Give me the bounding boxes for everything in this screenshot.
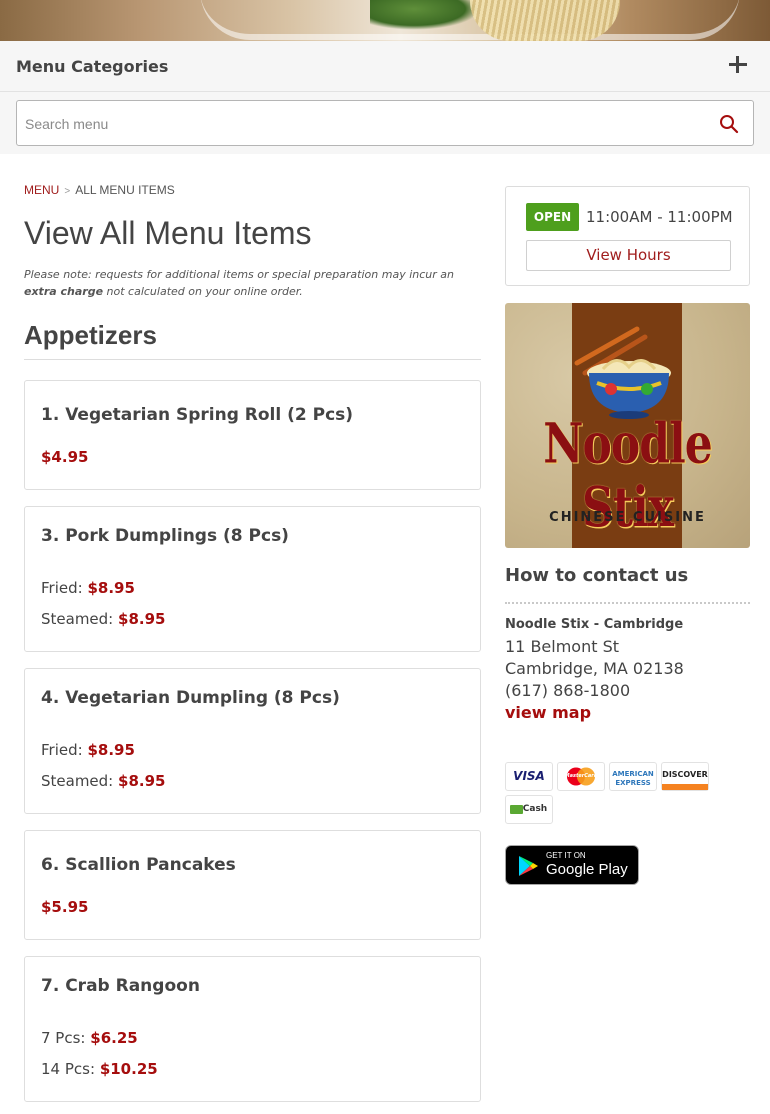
note-text: Please note: requests for additional ite… xyxy=(24,268,454,281)
menu-item-card[interactable]: 7. Crab Rangoon 7 Pcs: $6.25 14 Pcs: $10… xyxy=(24,956,481,1102)
google-play-badge[interactable]: GET IT ON Google Play xyxy=(505,845,639,885)
option-price: $8.95 xyxy=(118,772,166,790)
logo-subtitle: CHINESE CUISINE xyxy=(549,510,706,525)
menu-item-price: $4.95 xyxy=(41,448,89,466)
option-price: $8.95 xyxy=(87,579,135,597)
option-label: Fried: xyxy=(41,579,83,597)
mastercard-icon: MasterCard xyxy=(557,762,605,791)
amex-icon: AMERICAN EXPRESS xyxy=(609,762,657,791)
menu-item-name: 6. Scallion Pancakes xyxy=(41,855,236,875)
menu-item-option: Steamed: $8.95 xyxy=(41,610,165,628)
visa-icon: VISA xyxy=(505,762,553,791)
menu-item-card[interactable]: 3. Pork Dumplings (8 Pcs) Fried: $8.95 S… xyxy=(24,506,481,652)
google-play-bottom-text: Google Play xyxy=(546,861,628,878)
discover-label: DISCOVER xyxy=(662,770,708,779)
amex-label: AMERICAN EXPRESS xyxy=(612,770,654,787)
menu-item-name: 7. Crab Rangoon xyxy=(41,976,200,996)
menu-item-card[interactable]: 6. Scallion Pancakes $5.95 xyxy=(24,830,481,940)
hours-time: 11:00AM - 11:00PM xyxy=(586,208,733,226)
note-bold: extra charge xyxy=(24,285,104,298)
section-divider xyxy=(24,359,481,360)
open-status-badge: OPEN xyxy=(526,203,579,231)
menu-item-price: $5.95 xyxy=(41,898,89,916)
option-label: Steamed: xyxy=(41,772,114,790)
address-city: Cambridge, MA 02138 xyxy=(505,659,684,678)
menu-item-option: Steamed: $8.95 xyxy=(41,772,165,790)
visa-label: VISA xyxy=(513,769,545,783)
breadcrumb-menu-link[interactable]: MENU xyxy=(24,183,59,197)
option-price: $8.95 xyxy=(87,741,135,759)
cash-icon: Cash xyxy=(505,795,553,824)
menu-item-name: 3. Pork Dumplings (8 Pcs) xyxy=(41,526,289,546)
option-label: 14 Pcs: xyxy=(41,1060,96,1078)
menu-item-card[interactable]: 1. Vegetarian Spring Roll (2 Pcs) $4.95 xyxy=(24,380,481,490)
menu-item-name: 1. Vegetarian Spring Roll (2 Pcs) xyxy=(41,405,354,425)
menu-item-name: 4. Vegetarian Dumpling (8 Pcs) xyxy=(41,688,340,708)
search-input[interactable] xyxy=(25,113,685,135)
business-name: Noodle Stix - Cambridge xyxy=(505,617,684,632)
address-street: 11 Belmont St xyxy=(505,637,620,656)
order-note: Please note: requests for additional ite… xyxy=(24,266,482,300)
option-label: Steamed: xyxy=(41,610,114,628)
mastercard-label: MasterCard xyxy=(564,773,598,779)
hero-food-image xyxy=(0,0,770,41)
google-play-top-text: GET IT ON xyxy=(546,851,586,860)
contact-title: How to contact us xyxy=(505,565,689,586)
noodle-bowl-icon xyxy=(574,326,671,419)
search-icon[interactable] xyxy=(719,114,739,134)
google-play-icon xyxy=(519,856,538,876)
cash-label: Cash xyxy=(522,804,548,814)
option-price: $8.95 xyxy=(118,610,166,628)
breadcrumb: MENU > ALL MENU ITEMS xyxy=(24,183,175,197)
contact-divider xyxy=(505,602,750,604)
option-label: 7 Pcs: xyxy=(41,1029,86,1047)
option-label: Fried: xyxy=(41,741,83,759)
section-title-appetizers: Appetizers xyxy=(24,320,157,350)
menu-item-option: Fried: $8.95 xyxy=(41,579,135,597)
menu-item-option: 14 Pcs: $10.25 xyxy=(41,1060,158,1078)
view-hours-button[interactable]: View Hours xyxy=(526,240,731,271)
menu-categories-bar[interactable]: Menu Categories xyxy=(0,41,770,92)
breadcrumb-current: ALL MENU ITEMS xyxy=(75,183,175,197)
menu-item-card[interactable]: 4. Vegetarian Dumpling (8 Pcs) Fried: $8… xyxy=(24,668,481,814)
breadcrumb-separator: > xyxy=(64,186,71,197)
expand-plus-icon[interactable] xyxy=(727,53,749,75)
note-text-end: not calculated on your online order. xyxy=(106,285,303,298)
search-bar-container xyxy=(0,92,770,154)
phone-number[interactable]: (617) 868-1800 xyxy=(505,681,630,700)
search-box xyxy=(16,100,754,146)
menu-item-option: 7 Pcs: $6.25 xyxy=(41,1029,138,1047)
discover-icon: DISCOVER xyxy=(661,762,709,791)
menu-categories-title: Menu Categories xyxy=(16,57,169,76)
option-price: $6.25 xyxy=(90,1029,138,1047)
view-map-link[interactable]: view map xyxy=(505,703,591,722)
restaurant-logo: Noodle Stix CHINESE CUISINE xyxy=(505,303,750,548)
hours-panel: OPEN 11:00AM - 11:00PM View Hours xyxy=(505,186,750,286)
menu-item-option: Fried: $8.95 xyxy=(41,741,135,759)
page-title: View All Menu Items xyxy=(24,215,312,251)
option-price: $10.25 xyxy=(99,1060,158,1078)
